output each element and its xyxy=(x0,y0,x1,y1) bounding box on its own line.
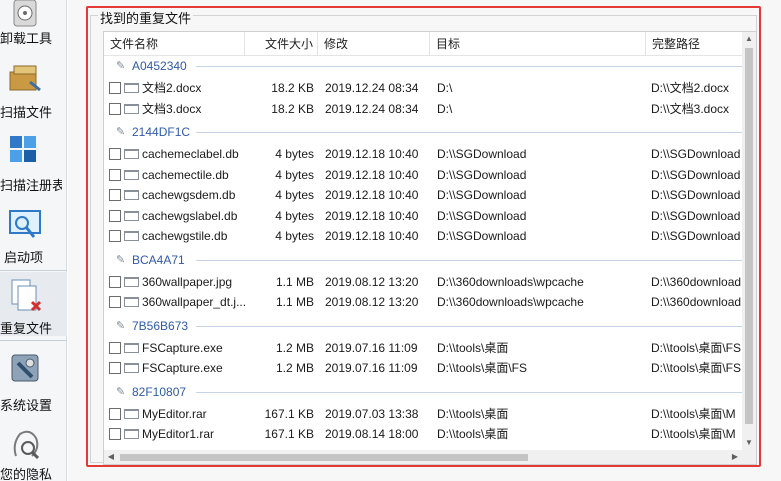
sidebar-divider xyxy=(0,270,67,271)
privacy-icon xyxy=(13,430,40,460)
sidebar-item-label: 扫描注册表 xyxy=(0,178,62,193)
registry-icon xyxy=(10,136,36,162)
sidebar-item-uninstall[interactable]: 卸载工具 xyxy=(0,0,67,54)
sidebar-item-registry[interactable]: 扫描注册表 xyxy=(0,130,67,194)
startup-icon xyxy=(9,210,41,238)
sidebar-item-label: 系统设置 xyxy=(0,398,53,413)
sidebar-item-label: 启动项 xyxy=(4,250,44,265)
sidebar-item-startup[interactable]: 启动项 xyxy=(0,205,67,269)
sidebar-item-label: 重复文件 xyxy=(0,321,53,336)
settings-icon xyxy=(11,354,39,382)
duplicate-files-icon xyxy=(11,279,42,312)
sidebar-divider xyxy=(0,340,67,341)
sidebar-item-scan-files[interactable]: 扫描文件 xyxy=(0,58,67,122)
sidebar: 卸载工具 扫描文件 扫描注册表 启动项 重复文件 系统设置 您的隐私 xyxy=(0,0,67,481)
scan-files-icon xyxy=(9,65,41,92)
sidebar-item-label: 扫描文件 xyxy=(0,105,53,120)
sidebar-item-privacy[interactable]: 您的隐私 xyxy=(0,420,67,481)
sidebar-item-settings[interactable]: 系统设置 xyxy=(0,345,67,413)
sidebar-item-duplicate-files[interactable]: 重复文件 xyxy=(0,272,67,336)
highlight-frame xyxy=(86,6,761,467)
sidebar-item-label: 卸载工具 xyxy=(0,31,53,46)
sidebar-item-label: 您的隐私 xyxy=(0,467,53,481)
